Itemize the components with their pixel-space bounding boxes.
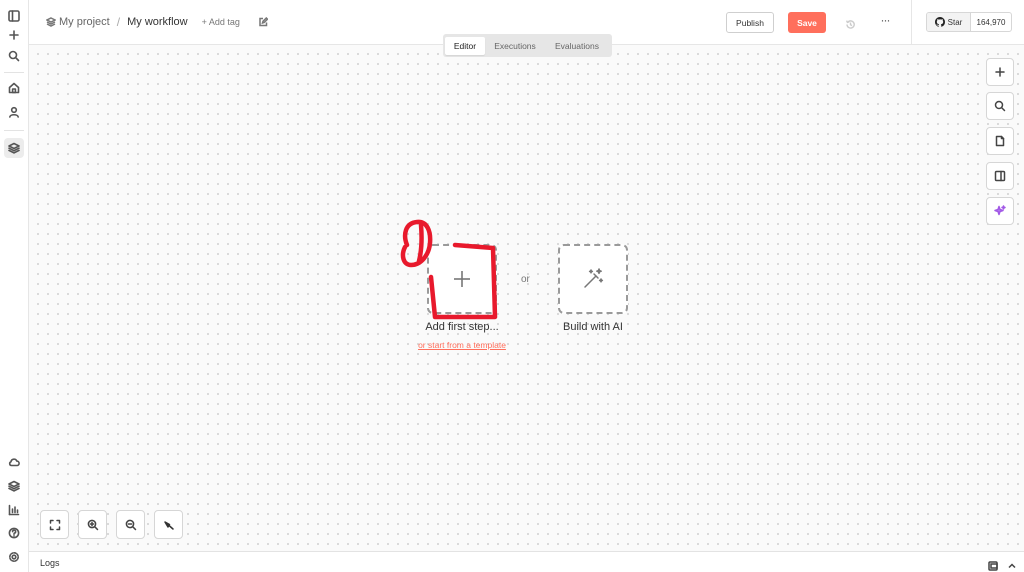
search-nodes-button[interactable] bbox=[986, 92, 1014, 120]
settings-gear-icon[interactable] bbox=[4, 547, 24, 567]
tab-editor[interactable]: Editor bbox=[445, 36, 485, 55]
github-area: Star 164,970 bbox=[911, 0, 1024, 45]
workflow-canvas[interactable] bbox=[29, 45, 1024, 551]
left-sidebar bbox=[0, 0, 29, 572]
broom-icon bbox=[163, 520, 174, 530]
or-separator: or bbox=[521, 274, 530, 285]
note-icon bbox=[995, 135, 1005, 147]
history-icon[interactable] bbox=[845, 17, 856, 29]
sidebar-divider bbox=[4, 130, 24, 131]
logs-label[interactable]: Logs bbox=[40, 558, 60, 568]
sidebar-divider bbox=[4, 72, 24, 73]
fit-view-button[interactable] bbox=[40, 510, 69, 539]
breadcrumb: My project / My workflow + Add tag bbox=[45, 15, 268, 29]
tab-executions[interactable]: Executions bbox=[485, 37, 545, 55]
github-star-label: Star bbox=[947, 17, 963, 27]
tidy-up-button[interactable] bbox=[154, 510, 183, 539]
zoom-in-button[interactable] bbox=[78, 510, 107, 539]
start-from-template-link[interactable]: or start from a template bbox=[402, 340, 522, 350]
breadcrumb-separator: / bbox=[116, 15, 121, 29]
layers-icon[interactable] bbox=[4, 138, 24, 158]
sticky-note-button[interactable] bbox=[986, 127, 1014, 155]
toggle-sidebar-icon[interactable] bbox=[4, 6, 24, 26]
zoom-out-button[interactable] bbox=[116, 510, 145, 539]
zoom-out-icon bbox=[125, 519, 136, 530]
chevron-up-icon[interactable] bbox=[1007, 558, 1017, 569]
build-with-ai-button[interactable] bbox=[558, 244, 628, 314]
workflow-name[interactable]: My workflow bbox=[127, 16, 188, 28]
user-icon[interactable] bbox=[4, 102, 24, 122]
github-logo-icon bbox=[934, 17, 945, 27]
build-with-ai-label[interactable]: Build with AI bbox=[543, 321, 643, 333]
github-star-button[interactable]: Star 164,970 bbox=[926, 12, 1012, 32]
add-icon[interactable] bbox=[4, 25, 24, 45]
magic-wand-icon bbox=[584, 268, 604, 288]
fullscreen-icon bbox=[49, 519, 60, 530]
breadcrumb-project[interactable]: My project bbox=[59, 16, 110, 28]
github-star[interactable]: Star bbox=[927, 13, 971, 31]
plus-icon bbox=[454, 271, 470, 287]
ai-assistant-button[interactable] bbox=[986, 197, 1014, 225]
plus-icon bbox=[995, 67, 1005, 77]
search-icon[interactable] bbox=[4, 46, 24, 66]
tab-evaluations[interactable]: Evaluations bbox=[545, 37, 609, 55]
add-first-step-button[interactable] bbox=[427, 244, 497, 314]
project-layers-icon bbox=[45, 17, 57, 27]
insights-chart-icon[interactable] bbox=[4, 500, 24, 520]
zoom-in-icon bbox=[87, 519, 98, 530]
sparkle-icon bbox=[994, 205, 1006, 216]
panel-icon bbox=[994, 170, 1006, 182]
github-star-count: 164,970 bbox=[976, 17, 1006, 27]
templates-icon[interactable] bbox=[4, 476, 24, 496]
add-tag-button[interactable]: + Add tag bbox=[202, 17, 240, 27]
add-first-step-label[interactable]: Add first step... bbox=[412, 321, 512, 333]
save-button[interactable]: Save bbox=[788, 12, 826, 33]
view-tabs: Editor Executions Evaluations bbox=[443, 34, 612, 57]
cloud-icon[interactable] bbox=[4, 452, 24, 472]
add-node-button[interactable] bbox=[986, 58, 1014, 86]
help-icon[interactable] bbox=[4, 523, 24, 543]
search-icon bbox=[994, 100, 1006, 112]
publish-button[interactable]: Publish bbox=[726, 12, 774, 33]
logs-popout-icon[interactable] bbox=[988, 558, 998, 571]
logs-bar[interactable]: Logs bbox=[29, 551, 1024, 572]
edit-description-icon[interactable] bbox=[258, 17, 268, 27]
toggle-panel-button[interactable] bbox=[986, 162, 1014, 190]
home-icon[interactable] bbox=[4, 78, 24, 98]
more-options-icon[interactable]: ··· bbox=[878, 14, 892, 28]
